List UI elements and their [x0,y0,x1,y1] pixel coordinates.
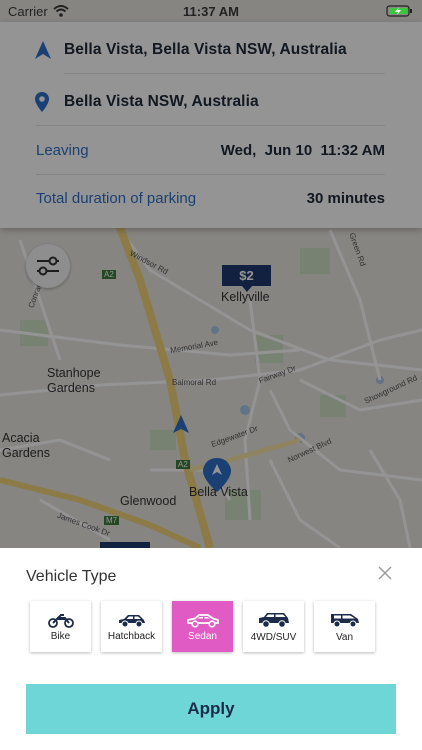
sedan-icon [186,613,219,628]
vehicle-label: 4WD/SUV [250,631,297,643]
vehicle-label: Bike [50,630,71,642]
motorbike-icon [47,613,74,628]
suv-icon [258,612,289,628]
status-bar: Carrier 11:37 AM [0,0,422,22]
vehicle-option-hatchback[interactable]: Hatchback [101,601,162,652]
vehicle-type-sheet: Vehicle Type Bike Hatchback Sedan 4WD/SU… [0,548,422,750]
vehicle-option-sedan[interactable]: Sedan [172,601,233,652]
vehicle-option-bike[interactable]: Bike [30,601,91,652]
vehicle-label: Hatchback [107,630,156,642]
close-icon[interactable] [378,566,392,580]
vehicle-option-van[interactable]: Van [314,601,375,652]
vehicle-options: Bike Hatchback Sedan 4WD/SUV Van [30,601,375,652]
hatchback-icon [118,614,145,627]
sheet-title: Vehicle Type [26,568,117,585]
vehicle-option-suv[interactable]: 4WD/SUV [243,601,304,652]
vehicle-label: Van [335,631,354,643]
apply-button[interactable]: Apply [26,684,396,734]
status-time: 11:37 AM [183,3,239,19]
vehicle-label: Sedan [188,630,217,642]
van-icon [330,613,359,627]
